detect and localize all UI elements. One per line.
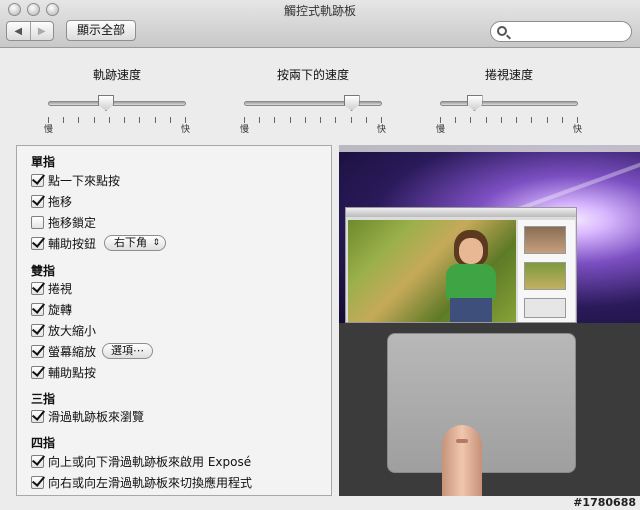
screen-zoom-options-button[interactable]: 選項⋯ bbox=[102, 343, 154, 359]
section-four-fingers: 四指 bbox=[31, 436, 56, 450]
scroll-checkbox[interactable] bbox=[31, 281, 44, 295]
screen-zoom-option[interactable]: 螢幕縮放 選項⋯ bbox=[31, 342, 154, 360]
slider-track[interactable] bbox=[244, 101, 382, 106]
photo-subject bbox=[446, 230, 496, 322]
slider-ticks bbox=[244, 117, 382, 123]
secondary-click-option[interactable]: 輔助點按 bbox=[31, 363, 96, 381]
option-label: 螢幕縮放 bbox=[48, 344, 97, 359]
search-field[interactable] bbox=[490, 21, 632, 42]
slider-ticks bbox=[440, 117, 578, 123]
slider-low-label: 慢 bbox=[44, 125, 54, 135]
pinch-zoom-option[interactable]: 放大縮小 bbox=[31, 321, 96, 339]
slider-knob[interactable] bbox=[343, 95, 360, 111]
preview-finger bbox=[442, 425, 482, 496]
rotate-checkbox[interactable] bbox=[31, 302, 44, 316]
option-label: 放大縮小 bbox=[48, 323, 97, 338]
option-label: 旋轉 bbox=[48, 302, 73, 317]
back-button[interactable]: ◀ bbox=[7, 22, 30, 40]
screen-zoom-checkbox[interactable] bbox=[31, 344, 44, 358]
switch-apps-checkbox[interactable] bbox=[31, 475, 44, 489]
option-label: 向右或向左滑過軌跡板來切換應用程式 bbox=[48, 475, 253, 490]
preview-sidebar bbox=[518, 220, 575, 322]
preview-thumbnail bbox=[524, 226, 566, 254]
slider-title: 軌跡速度 bbox=[92, 68, 141, 82]
slider-knob[interactable] bbox=[466, 95, 483, 111]
search-input[interactable] bbox=[513, 24, 625, 39]
section-three-fingers: 三指 bbox=[31, 392, 56, 406]
secondary-button-checkbox[interactable] bbox=[31, 236, 44, 250]
slider-low-label: 慢 bbox=[436, 125, 446, 135]
drag-lock-option[interactable]: 拖移鎖定 bbox=[31, 213, 96, 231]
swipe-browse-option[interactable]: 滑過軌跡板來瀏覽 bbox=[31, 407, 144, 425]
slider-knob[interactable] bbox=[97, 95, 114, 111]
option-label: 點一下來點按 bbox=[48, 173, 121, 188]
pinch-zoom-checkbox[interactable] bbox=[31, 323, 44, 337]
tap-to-click-option[interactable]: 點一下來點按 bbox=[31, 171, 120, 189]
watermark: #1780688 bbox=[573, 496, 636, 509]
switch-apps-option[interactable]: 向右或向左滑過軌跡板來切換應用程式 bbox=[31, 473, 252, 491]
option-label: 輔助按鈕 bbox=[48, 236, 97, 251]
option-label: 捲視 bbox=[48, 281, 73, 296]
slider-title: 捲視速度 bbox=[484, 68, 533, 82]
dragging-checkbox[interactable] bbox=[31, 194, 44, 208]
slider-high-label: 快 bbox=[180, 125, 190, 135]
slider-high-label: 快 bbox=[572, 125, 582, 135]
scrolling-speed-slider-group: 捲視速度 慢 快 bbox=[434, 66, 584, 135]
secondary-button-option[interactable]: 輔助按鈕 右下角 bbox=[31, 234, 167, 252]
title-bar: 觸控式軌跡板 ◀ ▶ 顯示全部 bbox=[0, 0, 640, 48]
chevron-left-icon: ◀ bbox=[14, 25, 23, 37]
chevron-right-icon: ▶ bbox=[37, 25, 46, 37]
gesture-options-panel: 單指 點一下來點按 拖移 拖移鎖定 輔助按鈕 右下角 雙指 捲視 旋轉 bbox=[16, 145, 332, 496]
secondary-click-checkbox[interactable] bbox=[31, 365, 44, 379]
option-label: 拖移鎖定 bbox=[48, 215, 97, 230]
swipe-browse-checkbox[interactable] bbox=[31, 409, 44, 423]
preview-photo bbox=[348, 220, 516, 322]
slider-title: 按兩下的速度 bbox=[276, 68, 349, 82]
option-label: 輔助點按 bbox=[48, 365, 97, 380]
preview-desktop bbox=[339, 145, 640, 323]
section-one-finger: 單指 bbox=[31, 155, 56, 169]
navigation-buttons: ◀ ▶ bbox=[6, 21, 54, 41]
preview-menubar bbox=[339, 145, 640, 152]
show-all-button[interactable]: 顯示全部 bbox=[66, 20, 137, 41]
preview-thumbnail bbox=[524, 262, 566, 290]
preferences-window: 觸控式軌跡板 ◀ ▶ 顯示全部 軌跡速度 慢 快 按兩下的速度 慢 快 捲視速度… bbox=[0, 0, 640, 510]
window-title: 觸控式軌跡板 bbox=[283, 4, 356, 18]
slider-ticks bbox=[48, 117, 186, 123]
rotate-option[interactable]: 旋轉 bbox=[31, 300, 72, 318]
option-label: 滑過軌跡板來瀏覽 bbox=[48, 409, 145, 424]
tap-to-click-checkbox[interactable] bbox=[31, 173, 44, 187]
section-two-fingers: 雙指 bbox=[31, 264, 56, 278]
search-icon bbox=[497, 26, 507, 36]
dragging-option[interactable]: 拖移 bbox=[31, 192, 72, 210]
slider-track[interactable] bbox=[48, 101, 186, 106]
forward-button[interactable]: ▶ bbox=[29, 22, 54, 40]
scroll-option[interactable]: 捲視 bbox=[31, 279, 72, 297]
preview-app-window bbox=[345, 207, 577, 323]
slider-high-label: 快 bbox=[376, 125, 386, 135]
expose-checkbox[interactable] bbox=[31, 454, 44, 468]
secondary-button-corner-popup[interactable]: 右下角 bbox=[104, 235, 167, 251]
gesture-preview-video bbox=[339, 145, 640, 496]
option-label: 向上或向下滑過軌跡板來啟用 Exposé bbox=[48, 454, 252, 469]
slider-track[interactable] bbox=[440, 101, 578, 106]
preview-thumbnail bbox=[524, 298, 566, 318]
slider-low-label: 慢 bbox=[240, 125, 250, 135]
expose-option[interactable]: 向上或向下滑過軌跡板來啟用 Exposé bbox=[31, 452, 251, 470]
option-label: 拖移 bbox=[48, 194, 73, 209]
double-click-speed-slider-group: 按兩下的速度 慢 快 bbox=[238, 66, 388, 135]
tracking-speed-slider-group: 軌跡速度 慢 快 bbox=[42, 66, 192, 135]
drag-lock-checkbox[interactable] bbox=[31, 215, 44, 229]
